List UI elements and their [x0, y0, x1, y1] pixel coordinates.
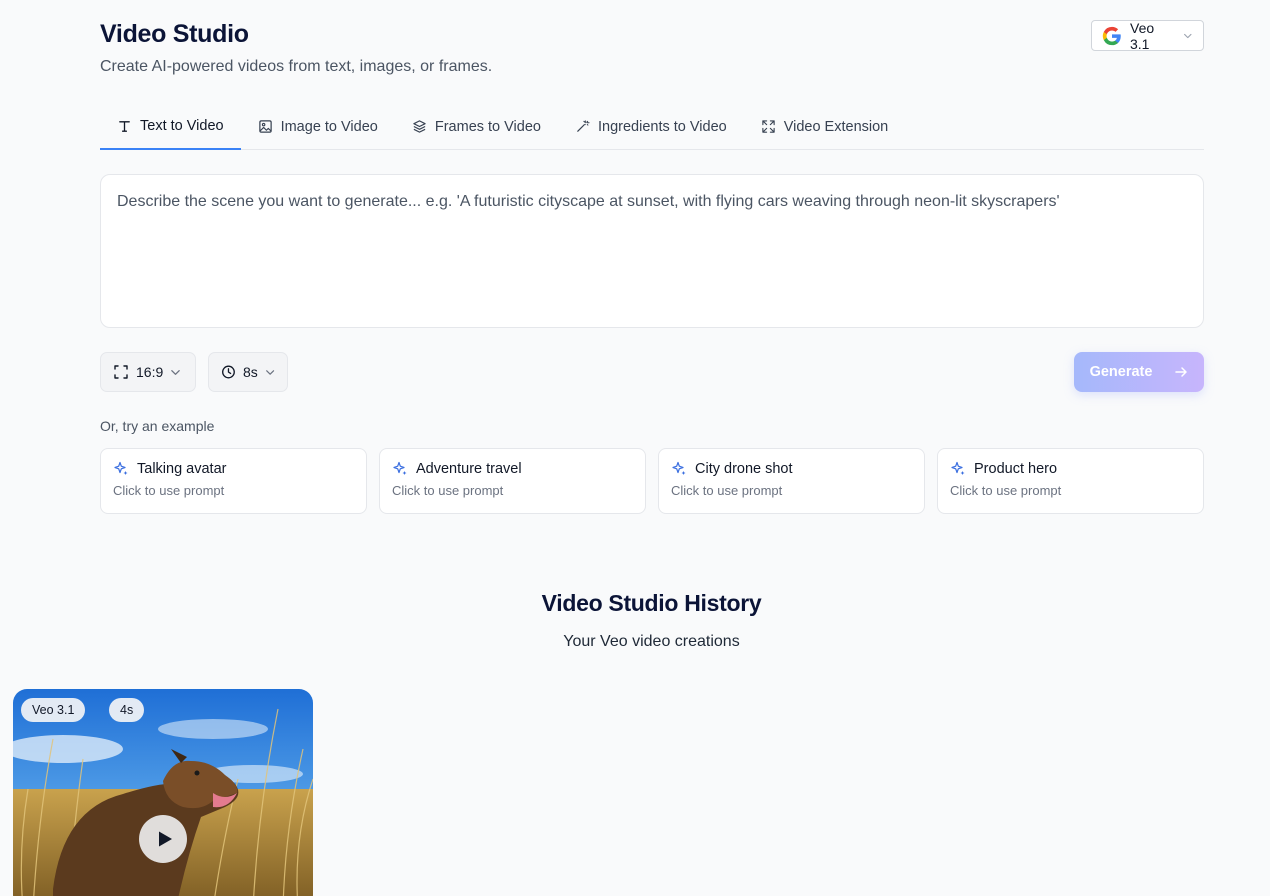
tab-label: Text to Video: [140, 118, 224, 134]
sparkle-icon: [672, 461, 686, 475]
video-card[interactable]: Veo 3.1 4s: [13, 689, 313, 896]
example-title: City drone shot: [695, 461, 793, 477]
page: Video Studio Create AI-powered videos fr…: [0, 0, 1270, 896]
example-title: Adventure travel: [416, 461, 522, 477]
wand-icon: [577, 120, 590, 132]
generation-controls: 16:9 8s Generate: [100, 352, 1204, 392]
main-container: Video Studio Create AI-powered videos fr…: [100, 0, 1204, 514]
example-card-city-drone-shot[interactable]: City drone shot Click to use prompt: [658, 448, 925, 514]
tab-label: Video Extension: [783, 118, 889, 135]
generate-button[interactable]: Generate: [1074, 352, 1204, 392]
example-subtitle: Click to use prompt: [950, 483, 1062, 498]
duration-select[interactable]: 8s: [208, 352, 288, 392]
example-title: Talking avatar: [137, 461, 227, 477]
examples-label: Or, try an example: [100, 418, 215, 434]
expand-icon: [762, 120, 775, 133]
example-card-product-hero[interactable]: Product hero Click to use prompt: [937, 448, 1204, 514]
example-prompts: Talking avatar Click to use prompt Adven…: [100, 448, 1204, 514]
mode-tabs: Text to Video Image to Video Frames to V…: [100, 104, 1204, 150]
prompt-input[interactable]: [101, 175, 1203, 327]
play-button[interactable]: [139, 815, 187, 863]
page-subtitle: Create AI-powered videos from text, imag…: [100, 58, 493, 75]
tab-label: Frames to Video: [434, 118, 541, 135]
history-subtitle: Your Veo video creations: [563, 633, 740, 650]
model-select[interactable]: Veo 3.1: [1091, 19, 1204, 52]
text-icon: [119, 120, 130, 132]
image-icon: [258, 120, 272, 133]
clock-icon: [222, 365, 235, 379]
layers-icon: [413, 120, 426, 133]
page-title: Video Studio: [100, 20, 249, 48]
aspect-ratio-icon: [114, 365, 128, 379]
example-subtitle: Click to use prompt: [392, 483, 504, 498]
example-card-adventure-travel[interactable]: Adventure travel Click to use prompt: [379, 448, 646, 514]
sparkle-icon: [393, 461, 407, 475]
history-title: Video Studio History: [541, 590, 762, 616]
video-duration-badge: 4s: [109, 698, 145, 722]
tab-image-to-video[interactable]: Image to Video: [241, 104, 395, 149]
sparkle-icon: [114, 461, 128, 475]
chevron-down-icon: [1184, 33, 1192, 38]
example-card-talking-avatar[interactable]: Talking avatar Click to use prompt: [100, 448, 367, 514]
example-title: Product hero: [974, 461, 1058, 477]
tab-ingredients-to-video[interactable]: Ingredients to Video: [558, 104, 744, 149]
play-icon: [158, 831, 172, 847]
duration-value: 8s: [242, 364, 258, 380]
video-model-badge: Veo 3.1: [21, 698, 86, 722]
arrow-right-icon: [1175, 367, 1188, 377]
aspect-ratio-select[interactable]: 16:9: [100, 352, 196, 392]
chevron-down-icon: [171, 369, 181, 375]
generate-label: Generate: [1089, 364, 1153, 380]
model-select-label: Veo 3.1: [1130, 19, 1155, 52]
aspect-ratio-value: 16:9: [136, 364, 164, 380]
example-subtitle: Click to use prompt: [113, 483, 225, 498]
example-subtitle: Click to use prompt: [671, 483, 783, 498]
google-icon: [1102, 26, 1122, 46]
tab-label: Image to Video: [280, 118, 378, 135]
prompt-box: [100, 174, 1204, 328]
tab-frames-to-video[interactable]: Frames to Video: [395, 104, 558, 149]
tab-label: Ingredients to Video: [597, 118, 727, 135]
chevron-down-icon: [265, 369, 274, 375]
tab-text-to-video[interactable]: Text to Video: [100, 104, 241, 150]
tab-video-extension[interactable]: Video Extension: [744, 104, 906, 149]
sparkle-icon: [951, 461, 965, 475]
header: Video Studio Create AI-powered videos fr…: [100, 0, 1204, 92]
